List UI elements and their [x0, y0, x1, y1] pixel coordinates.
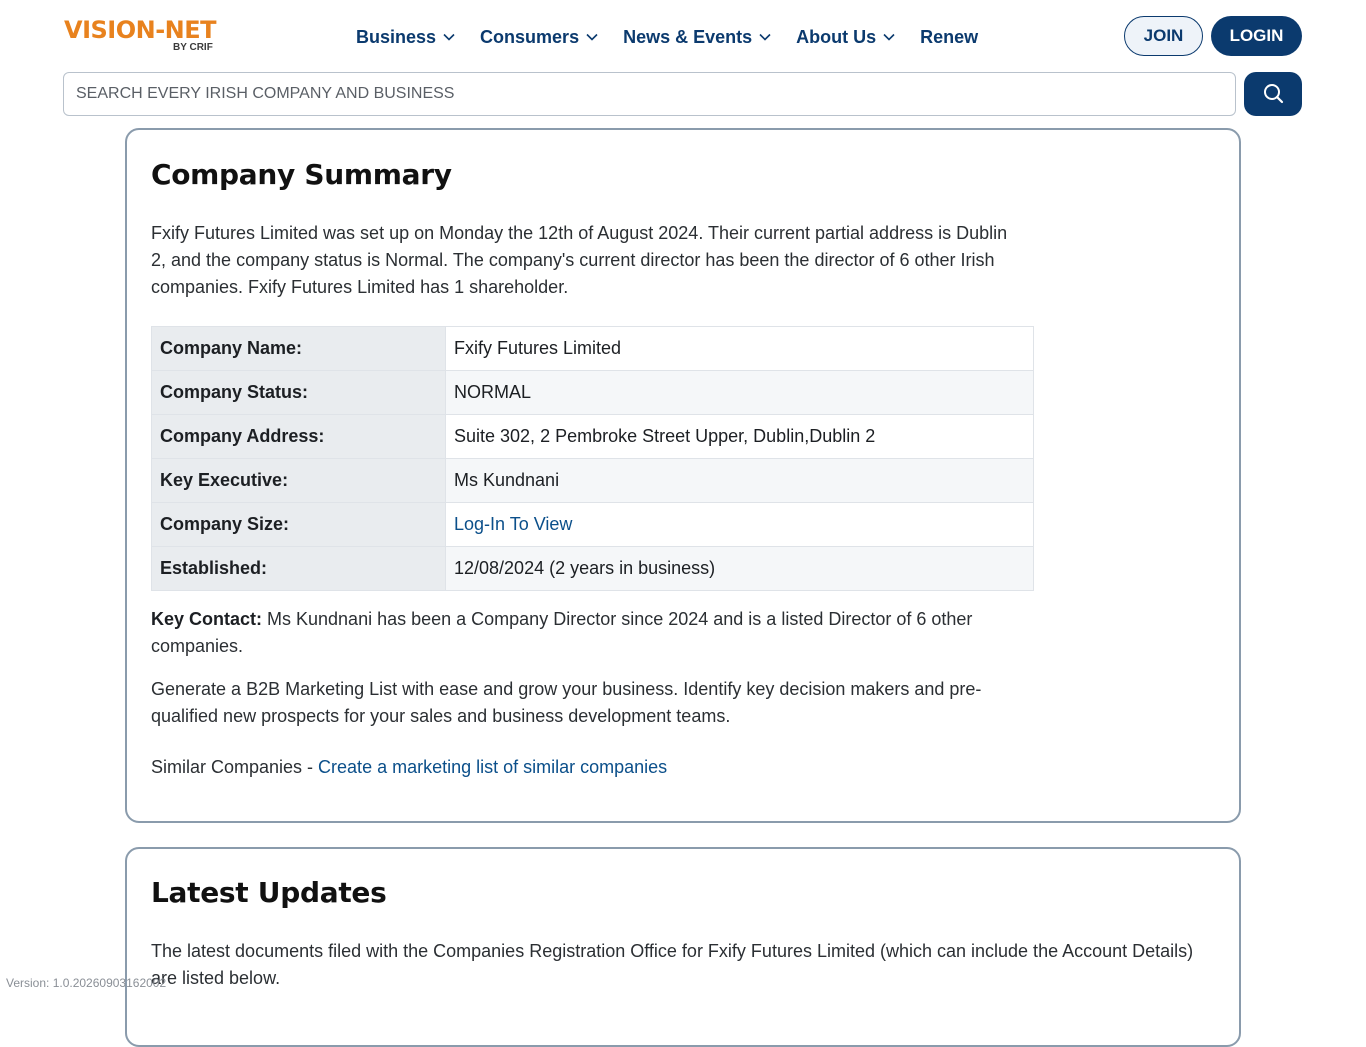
company-info-table: Company Name: Fxify Futures Limited Comp… [151, 326, 1034, 591]
row-label: Company Size: [151, 502, 446, 547]
search-icon [1262, 82, 1284, 107]
summary-intro: Fxify Futures Limited was set up on Mond… [151, 223, 1008, 297]
search-input[interactable] [63, 72, 1236, 116]
row-value-cell: Log-In To View [445, 502, 1034, 547]
chevron-down-icon [758, 30, 772, 44]
row-label: Company Status: [151, 370, 446, 415]
logo-subtext: BY CRIF [173, 42, 213, 53]
login-to-view-link[interactable]: Log-In To View [454, 514, 572, 534]
row-label: Company Address: [151, 414, 446, 459]
table-row: Company Status: NORMAL [151, 370, 1034, 415]
section-title: Company Summary [151, 158, 452, 191]
chevron-down-icon [585, 30, 599, 44]
similar-companies-link[interactable]: Create a marketing list of similar compa… [318, 757, 667, 777]
version-label: Version: 1.0.20260903162002 [6, 976, 167, 990]
row-value: 12/08/2024 (2 years in business) [445, 546, 1034, 591]
nav-consumers-label: Consumers [480, 26, 580, 47]
nav-renew-label: Renew [920, 26, 979, 47]
marketing-text: Generate a B2B Marketing List with ease … [151, 679, 982, 726]
nav-about-us-label: About Us [796, 26, 877, 47]
row-value: Fxify Futures Limited [445, 326, 1034, 371]
section-title: Latest Updates [151, 876, 387, 909]
company-summary-card: Company Summary Fxify Futures Limited wa… [125, 128, 1241, 823]
row-label: Established: [151, 546, 446, 591]
main-nav: Business Consumers News & Events About U… [356, 24, 1002, 50]
table-row: Established: 12/08/2024 (2 years in busi… [151, 546, 1034, 591]
row-label: Company Name: [151, 326, 446, 371]
similar-companies-prefix: Similar Companies - [151, 757, 319, 777]
logo-text: VISION-NET [64, 16, 217, 44]
chevron-down-icon [882, 30, 896, 44]
similar-companies-text: Similar Companies - Create a marketing l… [151, 754, 1031, 781]
nav-news-events[interactable]: News & Events [623, 27, 772, 48]
key-contact-description: Ms Kundnani has been a Company Director … [151, 609, 973, 656]
updates-description: The latest documents filed with the Comp… [151, 941, 1194, 988]
chevron-down-icon [442, 30, 456, 44]
nav-renew[interactable]: Renew [920, 27, 978, 48]
latest-updates-card: Latest Updates The latest documents file… [125, 847, 1241, 1047]
nav-consumers[interactable]: Consumers [480, 27, 599, 48]
row-value: Ms Kundnani [445, 458, 1034, 503]
join-button[interactable]: JOIN [1124, 16, 1203, 56]
vision-net-logo[interactable]: VISION-NET BY CRIF [64, 14, 224, 58]
key-contact-label: Key Contact: [151, 609, 263, 629]
nav-news-events-label: News & Events [623, 26, 753, 47]
row-value: Suite 302, 2 Pembroke Street Upper, Dubl… [445, 414, 1034, 459]
table-row: Key Executive: Ms Kundnani [151, 458, 1034, 503]
site-header: VISION-NET BY CRIF Business Consumers Ne… [0, 0, 1366, 72]
row-label: Key Executive: [151, 458, 446, 503]
search-button[interactable] [1244, 72, 1302, 116]
table-row: Company Address: Suite 302, 2 Pembroke S… [151, 414, 1034, 459]
table-row: Company Name: Fxify Futures Limited [151, 326, 1034, 371]
key-contact-text: Key Contact: Ms Kundnani has been a Comp… [151, 606, 1021, 660]
login-button[interactable]: LOGIN [1211, 16, 1302, 56]
nav-business[interactable]: Business [356, 27, 456, 48]
nav-about-us[interactable]: About Us [796, 27, 896, 48]
row-value: NORMAL [445, 370, 1034, 415]
table-row: Company Size: Log-In To View [151, 502, 1034, 547]
nav-business-label: Business [356, 26, 437, 47]
